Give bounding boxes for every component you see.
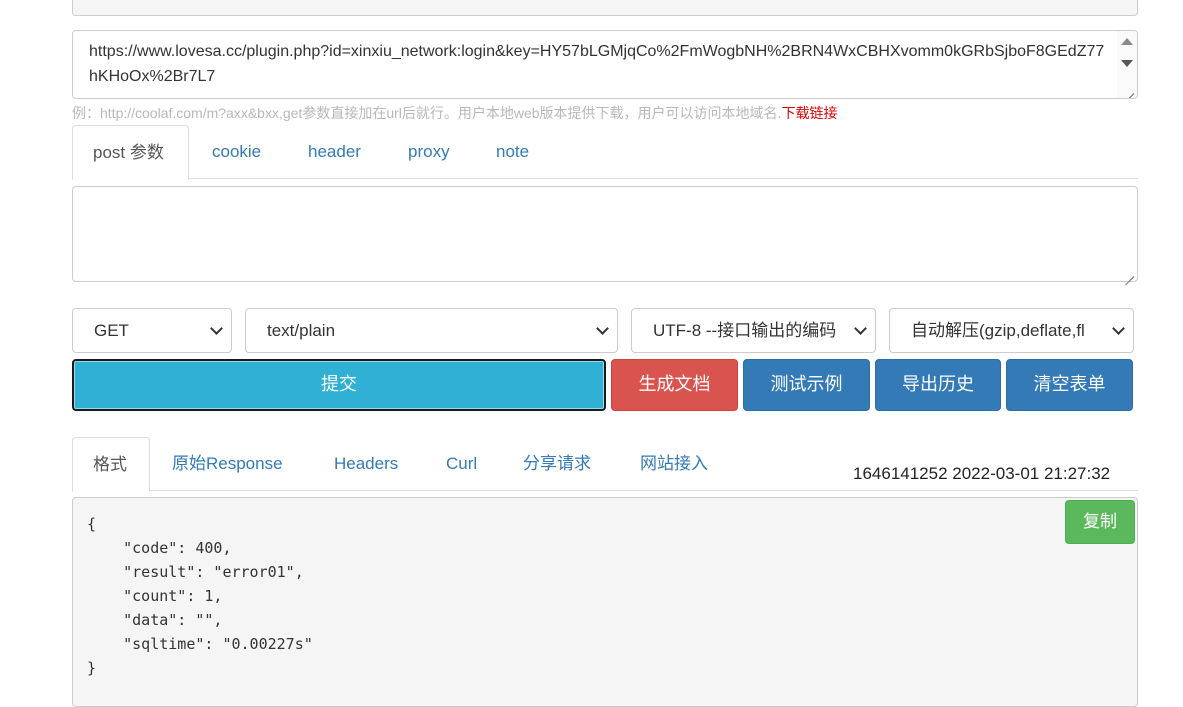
response-output: { "code": 400, "result": "error01", "cou… (72, 497, 1138, 707)
response-json: { "code": 400, "result": "error01", "cou… (87, 515, 313, 677)
tab-note[interactable]: note (476, 125, 549, 180)
tab-format[interactable]: 格式 (72, 437, 150, 492)
copy-button[interactable]: 复制 (1065, 500, 1135, 544)
response-timestamp: 1646141252 2022-03-01 21:27:32 (853, 464, 1111, 483)
method-select-value: GET (94, 321, 129, 340)
encoding-select-value: UTF-8 --接口输出的编码 (653, 321, 837, 340)
export-history-button[interactable]: 导出历史 (875, 359, 1001, 411)
tab-share-request[interactable]: 分享请求 (503, 437, 611, 492)
url-textarea[interactable]: https://www.lovesa.cc/plugin.php?id=xinx… (72, 30, 1138, 99)
url-hint: 例：http://coolaf.com/m?axx&bxx,get参数直接加在u… (72, 103, 837, 123)
scroll-down-icon[interactable] (1121, 60, 1133, 67)
tab-post-params[interactable]: post 参数 (72, 125, 189, 180)
tab-cookie[interactable]: cookie (192, 125, 281, 180)
tab-header[interactable]: header (288, 125, 381, 180)
scroll-up-icon[interactable] (1121, 38, 1133, 45)
tab-site-integration[interactable]: 网站接入 (620, 437, 728, 492)
post-body-textarea[interactable] (72, 186, 1138, 282)
top-toolbar-remnant (72, 0, 1138, 16)
content-type-select[interactable]: text/plain (245, 308, 618, 353)
method-select[interactable]: GET (72, 308, 232, 353)
tab-curl[interactable]: Curl (426, 437, 497, 492)
clear-form-button[interactable]: 清空表单 (1006, 359, 1133, 411)
decompress-select[interactable]: 自动解压(gzip,deflate,fl (889, 308, 1134, 353)
tab-raw-response[interactable]: 原始Response (152, 437, 303, 492)
generate-doc-button[interactable]: 生成文档 (611, 359, 738, 411)
param-tabs: post 参数 cookie header proxy note (72, 125, 1138, 180)
encoding-select[interactable]: UTF-8 --接口输出的编码 (631, 308, 876, 353)
submit-button[interactable]: 提交 (72, 359, 606, 411)
download-link[interactable]: 下载链接 (781, 105, 837, 121)
resize-handle-icon[interactable] (1124, 268, 1134, 278)
tab-proxy[interactable]: proxy (388, 125, 470, 180)
tab-headers[interactable]: Headers (314, 437, 418, 492)
hint-text: 例：http://coolaf.com/m?axx&bxx,get参数直接加在u… (72, 105, 782, 121)
decompress-select-value: 自动解压(gzip,deflate,fl (911, 321, 1085, 340)
resize-handle-icon[interactable] (1124, 85, 1134, 95)
url-input-text[interactable]: https://www.lovesa.cc/plugin.php?id=xinx… (89, 39, 1113, 98)
test-example-button[interactable]: 测试示例 (743, 359, 870, 411)
content-type-select-value: text/plain (267, 321, 336, 340)
